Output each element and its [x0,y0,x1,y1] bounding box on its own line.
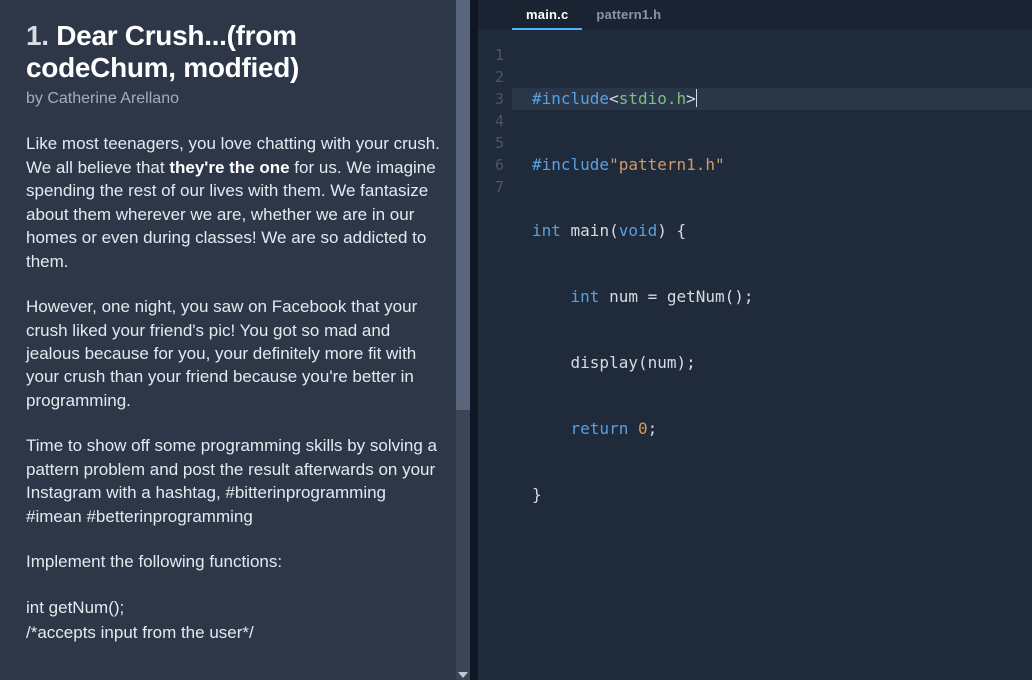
indent [532,287,571,306]
scrollbar-track[interactable] [456,0,470,680]
text-caret [696,89,697,107]
problem-title-text: Dear Crush...(from codeChum, modfied) [26,20,299,83]
semi: ; [648,419,658,438]
lineno: 5 [478,132,512,154]
angle-open: < [609,89,619,108]
angle-close: > [686,89,696,108]
p1-bold: they're the one [169,158,289,177]
scrollbar-thumb[interactable] [456,0,470,410]
lineno: 1 [478,44,512,66]
editor-panel: main.c pattern1.h 1 2 3 4 5 6 7 #include… [478,0,1032,680]
code-line: int num = getNum(); [532,286,1032,308]
indent [532,353,571,372]
lineno: 2 [478,66,512,88]
indent [532,419,571,438]
kw-include: #include [532,155,609,174]
tab-pattern1-h[interactable]: pattern1.h [582,1,675,30]
problem-panel: 1. Dear Crush...(from codeChum, modfied)… [0,0,470,680]
kw-int: int [571,287,600,306]
problem-author: by Catherine Arellano [26,90,444,108]
problem-title: 1. Dear Crush...(from codeChum, modfied) [26,20,444,84]
brace-close: } [532,485,542,504]
brace-open: ) { [657,221,686,240]
sp [628,419,638,438]
fn-main: main( [561,221,619,240]
kw-void: void [619,221,658,240]
code-editor[interactable]: 1 2 3 4 5 6 7 #include<stdio.h> #include… [478,30,1032,680]
lineno: 6 [478,154,512,176]
code-body[interactable]: #include<stdio.h> #include"pattern1.h" i… [532,44,1032,550]
problem-code-comment: /*accepts input from the user*/ [26,621,444,644]
lineno: 4 [478,110,512,132]
stmt: num = getNum(); [599,287,753,306]
problem-number: 1. [26,20,49,51]
problem-paragraph-4: Implement the following functions: [26,550,444,573]
hdr-name: stdio.h [619,89,686,108]
tab-bar: main.c pattern1.h [478,0,1032,30]
lineno: 7 [478,176,512,198]
code-line: int main(void) { [532,220,1032,242]
code-line: return 0; [532,418,1032,440]
kw-return: return [571,419,629,438]
scroll-down-icon[interactable] [458,672,468,678]
num-lit: 0 [638,419,648,438]
code-line: display(num); [532,352,1032,374]
tab-main-c[interactable]: main.c [512,1,582,30]
lineno: 3 [478,88,512,110]
problem-paragraph-3: Time to show off some programming skills… [26,434,444,528]
problem-code-sig: int getNum(); [26,596,444,619]
kw-include: #include [532,89,609,108]
code-line: #include<stdio.h> [512,88,1032,110]
code-line: #include"pattern1.h" [532,154,1032,176]
str-lit: "pattern1.h" [609,155,725,174]
stmt: display(num); [571,353,696,372]
panel-divider[interactable] [470,0,478,680]
line-gutter: 1 2 3 4 5 6 7 [478,44,512,198]
problem-paragraph-1: Like most teenagers, you love chatting w… [26,132,444,273]
code-line: } [532,484,1032,506]
kw-int: int [532,221,561,240]
problem-paragraph-2: However, one night, you saw on Facebook … [26,295,444,412]
